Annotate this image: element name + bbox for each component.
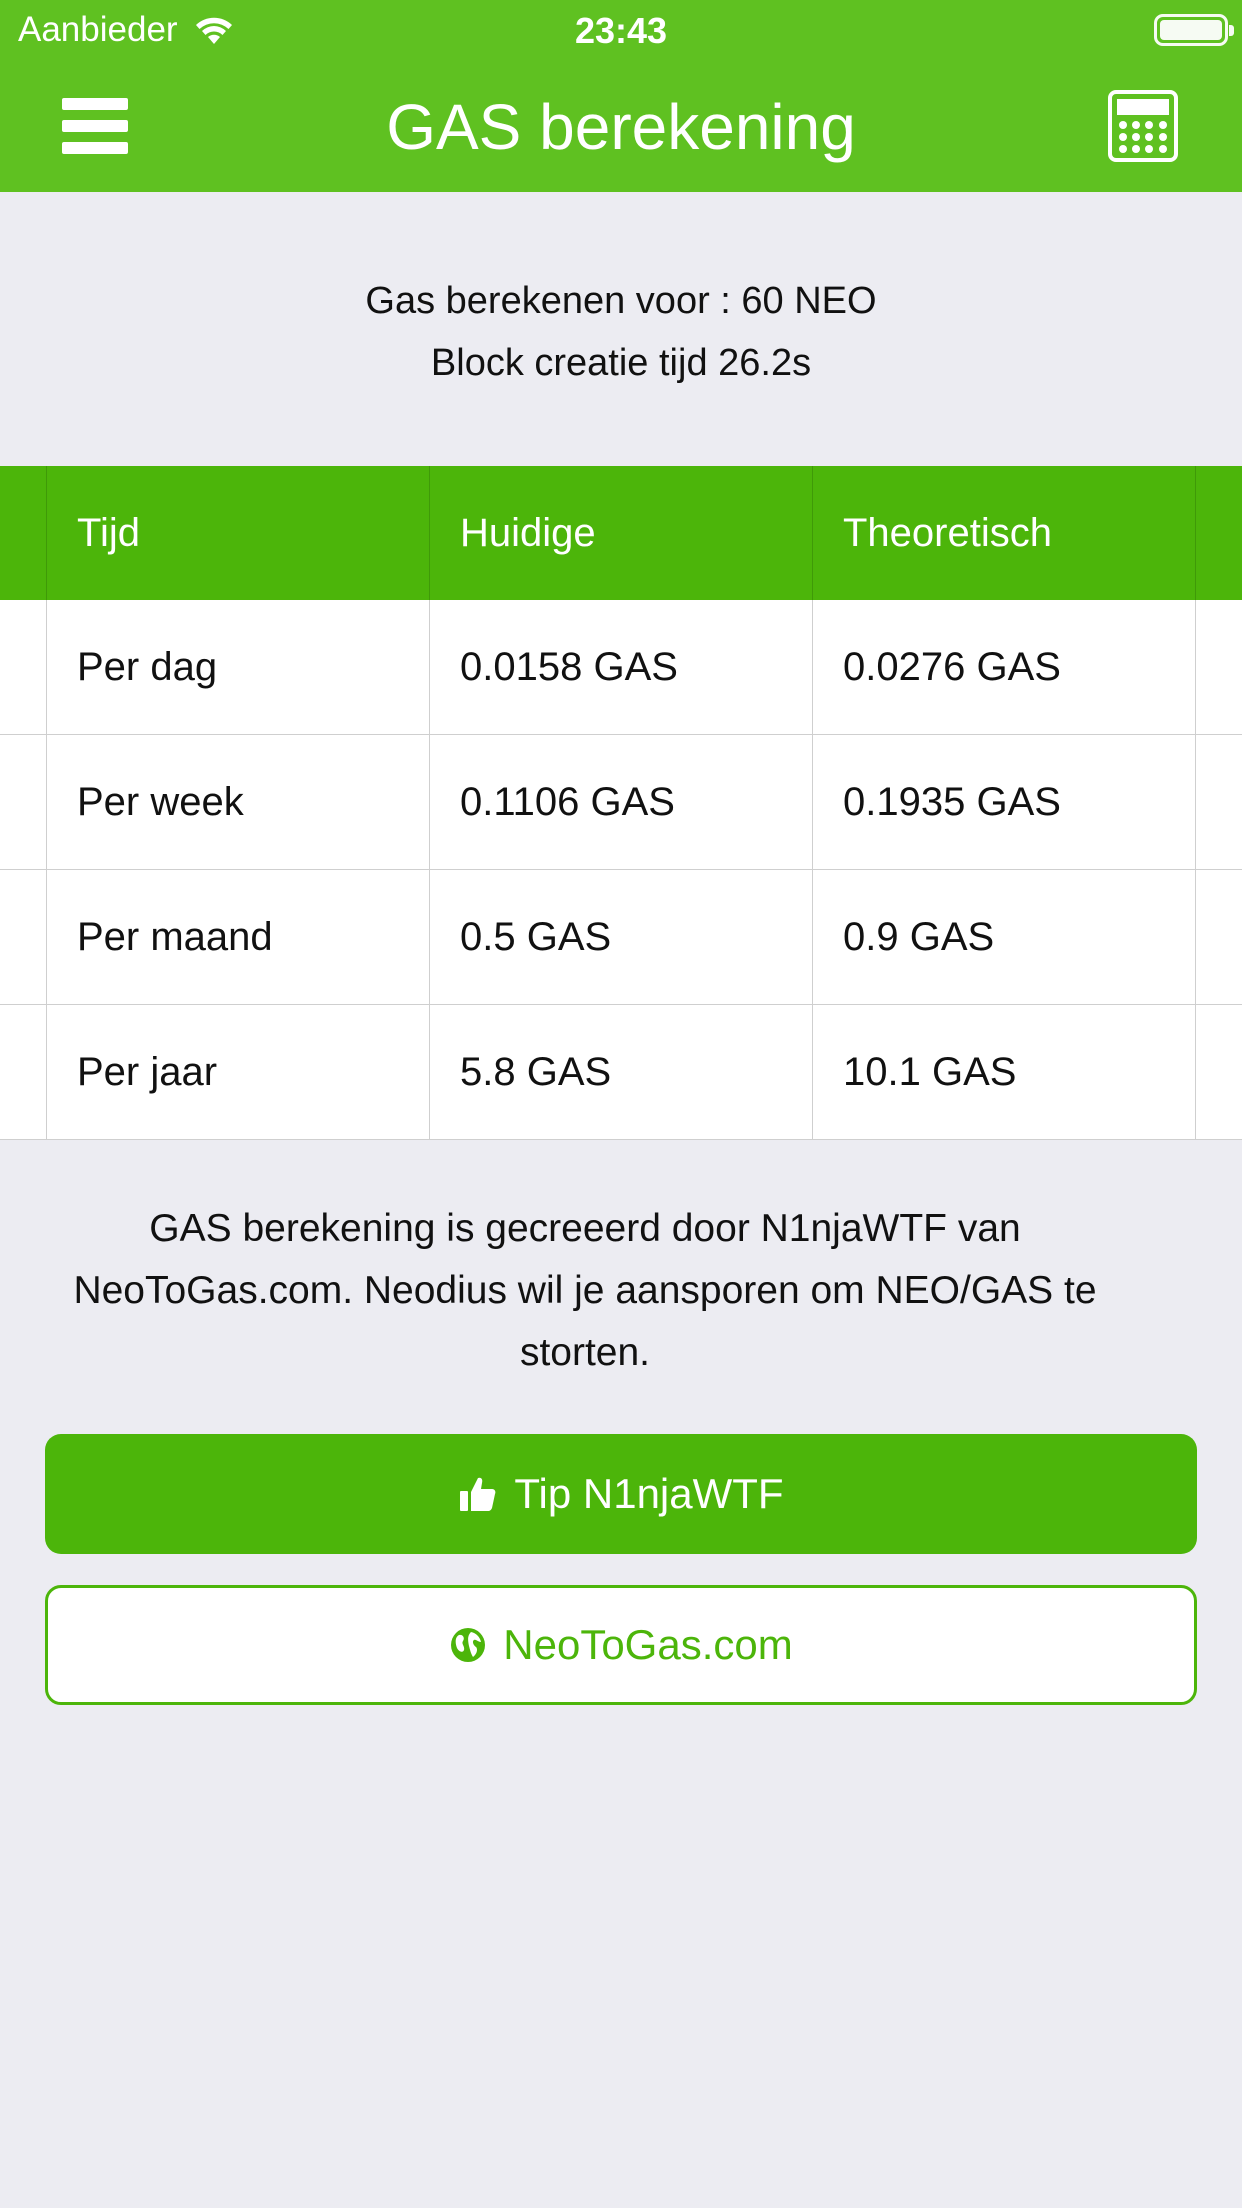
row-period: Per maand [46,870,429,1004]
header-huidige: Huidige [429,466,812,600]
row-theoretical: 0.9 GAS [812,870,1195,1004]
globe-icon [451,1628,486,1662]
block-time-text: Block creatie tijd 26.2s [430,342,812,384]
status-bar: Aanbieder 23:43 [0,0,1242,60]
tip-button-label: Tip N1njaWTF [514,1470,784,1517]
neotogas-link-label: NeoToGas.com [503,1621,793,1668]
neotogas-link-button[interactable]: NeoToGas.com [45,1585,1197,1705]
row-theoretical: 0.1935 GAS [812,735,1195,869]
table-header-row: Tijd Huidige Theoretisch [0,466,1242,600]
top-bar: Aanbieder 23:43 GAS berekening [0,0,1242,192]
neo-amount-text: Gas berekenen voor : 60 NEO [365,280,877,322]
tip-button[interactable]: Tip N1njaWTF [45,1434,1197,1554]
row-theoretical: 0.0276 GAS [812,600,1195,734]
row-current: 0.0158 GAS [429,600,812,734]
battery-icon [1154,14,1234,46]
calculation-info: Gas berekenen voor : 60 NEO Block creati… [0,270,1242,394]
row-current: 0.5 GAS [429,870,812,1004]
table-row: Per jaar 5.8 GAS 10.1 GAS [0,1005,1242,1140]
status-time: 23:43 [574,10,668,51]
credits-text: GAS berekening is gecreeerd door N1njaWT… [73,1207,1097,1374]
thumbs-up-icon [460,1477,496,1511]
page-title: GAS berekening [386,91,856,163]
row-current: 5.8 GAS [429,1005,812,1139]
row-period: Per week [46,735,429,869]
table-row: Per dag 0.0158 GAS 0.0276 GAS [0,600,1242,735]
table-row: Per maand 0.5 GAS 0.9 GAS [0,870,1242,1005]
header-theoretisch: Theoretisch [812,466,1195,600]
gas-table: Tijd Huidige Theoretisch Per dag 0.0158 … [0,466,1242,1140]
calculator-icon[interactable] [1108,90,1178,162]
row-period: Per jaar [46,1005,429,1139]
table-row: Per week 0.1106 GAS 0.1935 GAS [0,735,1242,870]
row-current: 0.1106 GAS [429,735,812,869]
row-period: Per dag [46,600,429,734]
row-theoretical: 10.1 GAS [812,1005,1195,1139]
header-tijd: Tijd [46,466,429,600]
navigation-bar: GAS berekening [0,60,1242,192]
